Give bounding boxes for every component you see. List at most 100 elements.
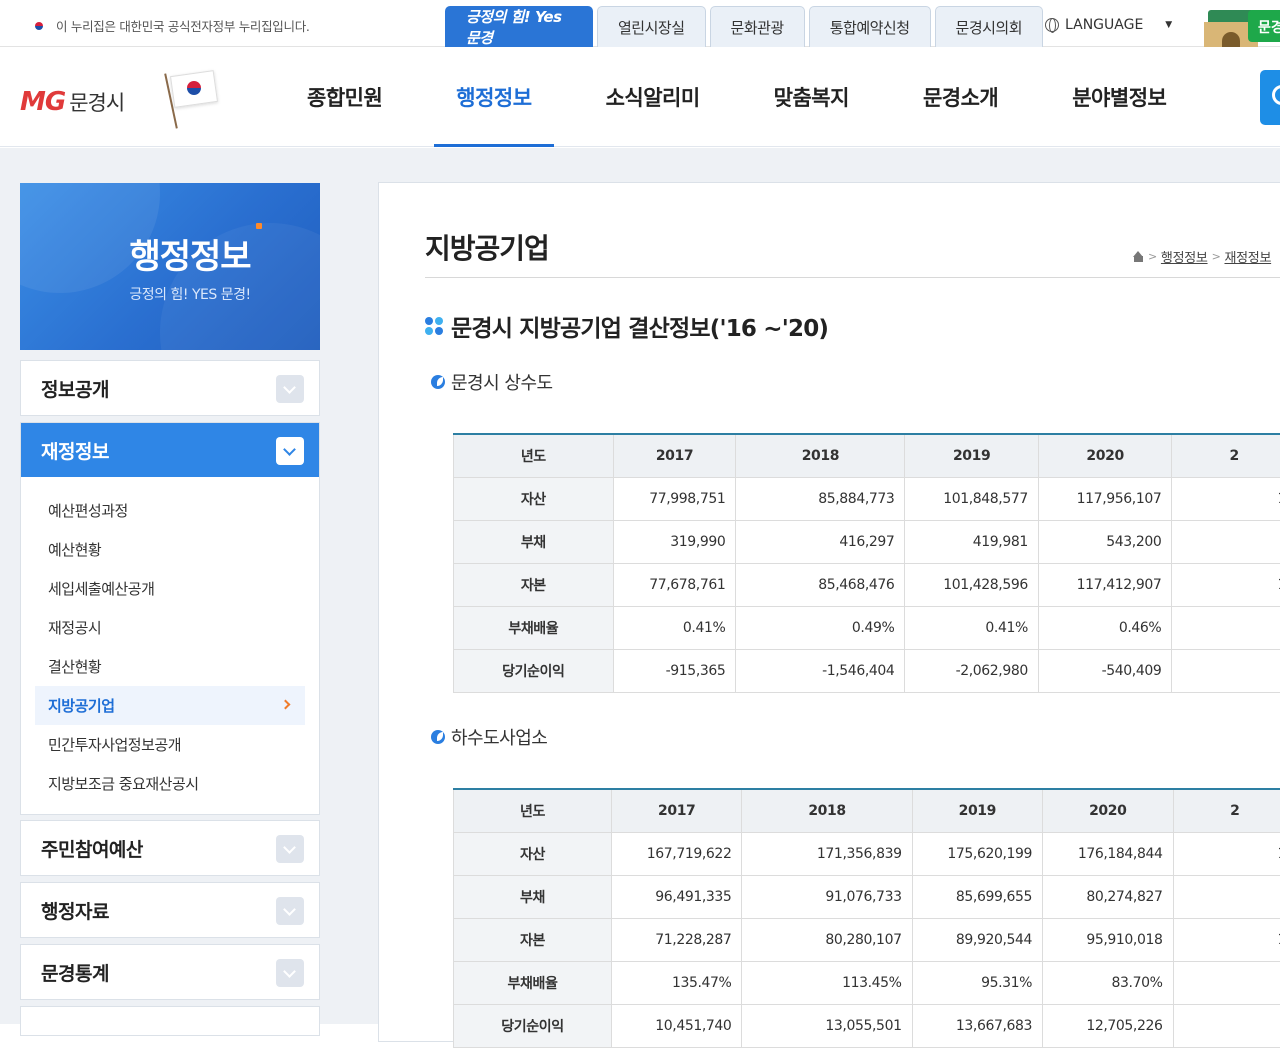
util-bar: 이 누리집은 대한민국 공식전자정부 누리집입니다. 긍정의 힘! Yes 문경… <box>0 0 1280 47</box>
table-row: 부채96,491,33591,076,73385,699,65580,274,8… <box>454 875 1280 918</box>
table-cell: 85,884,773 <box>736 477 905 520</box>
gnb-item-field-info[interactable]: 분야별정보 <box>1035 47 1203 147</box>
subnav-label: 지방공기업 <box>48 695 115 716</box>
subnav-settlement-status[interactable]: 결산현황 <box>35 647 305 686</box>
subnav-budget-process[interactable]: 예산편성과정 <box>35 491 305 530</box>
table-row: 자산167,719,622171,356,839175,620,199176,1… <box>454 832 1280 875</box>
table-cell: 96,491,335 <box>612 875 742 918</box>
orange-dot-icon <box>256 223 262 229</box>
table-row: 자본71,228,28780,280,10789,920,54495,910,0… <box>454 918 1280 961</box>
sidebar-group-statistics: 문경통계 <box>20 944 320 1000</box>
tab-culture-tourism[interactable]: 문화관광 <box>710 6 805 47</box>
column-header: 년도 <box>454 789 612 832</box>
chevron-down-icon[interactable] <box>276 897 304 925</box>
table-cell: 80,280,107 <box>742 918 912 961</box>
main-nav: 종합민원 행정정보 소식알리미 맞춤복지 문경소개 분야별정보 <box>270 47 1203 147</box>
column-header: 2017 <box>612 789 742 832</box>
column-header: 2 <box>1173 789 1280 832</box>
table-cell: 117,412,907 <box>1038 563 1171 606</box>
column-header: 2018 <box>736 434 905 477</box>
taegukgi-icon <box>162 69 218 127</box>
sidebar-item-admin-data[interactable]: 행정자료 <box>21 883 319 937</box>
table-row: 부채배율135.47%113.45%95.31%83.70% <box>454 961 1280 1004</box>
row-header: 당기순이익 <box>454 1004 612 1047</box>
subnav-subsidy-property[interactable]: 지방보조금 중요재산공시 <box>35 764 305 803</box>
table-row: 자산77,998,75185,884,773101,848,577117,956… <box>454 477 1280 520</box>
chevron-down-icon[interactable] <box>276 437 304 465</box>
sidebar-item-label: 행정자료 <box>41 897 109 924</box>
table2-title-text: 하수도사업소 <box>451 724 547 750</box>
table-cell: 416,297 <box>736 520 905 563</box>
column-header: 2020 <box>1038 434 1171 477</box>
language-selector[interactable]: LANGUAGE ▼ <box>1045 17 1172 33</box>
table-cell: 89,920,544 <box>912 918 1042 961</box>
table1-title: 문경시 상수도 <box>431 369 553 395</box>
sidebar-group-more <box>20 1006 320 1036</box>
globe-icon <box>1045 18 1059 32</box>
subnav-private-investment[interactable]: 민간투자사업정보공개 <box>35 725 305 764</box>
subnav-financial-disclosure[interactable]: 재정공시 <box>35 608 305 647</box>
gnb-item-admin-info[interactable]: 행정정보 <box>419 47 568 147</box>
table2-title: 하수도사업소 <box>431 724 547 750</box>
table-cell: 1 <box>1173 918 1280 961</box>
row-header: 부채 <box>454 520 614 563</box>
home-icon[interactable] <box>1133 252 1144 262</box>
gnb-item-civil-service[interactable]: 종합민원 <box>270 47 419 147</box>
subnav-budget-status[interactable]: 예산현황 <box>35 530 305 569</box>
table-row: 부채배율0.41%0.49%0.41%0.46% <box>454 606 1280 649</box>
site-header: MG 문경시 종합민원 행정정보 소식알리미 맞춤복지 문경소개 분야별정보 <box>0 47 1280 147</box>
tab-yes-mungyeong[interactable]: 긍정의 힘! Yes 문경 <box>445 6 593 47</box>
sidebar-item-resident-budget[interactable]: 주민참여예산 <box>21 821 319 875</box>
column-header: 2018 <box>742 789 912 832</box>
table-row: 자본77,678,76185,468,476101,428,596117,412… <box>454 563 1280 606</box>
four-dots-icon <box>425 317 443 335</box>
sidebar-item-statistics[interactable]: 문경통계 <box>21 945 319 999</box>
search-icon[interactable] <box>1260 70 1280 125</box>
subnav-revenue-expense[interactable]: 세입세출예산공개 <box>35 569 305 608</box>
table-cell: 176,184,844 <box>1043 832 1173 875</box>
table-cell: 10,451,740 <box>612 1004 742 1047</box>
row-header: 자본 <box>454 918 612 961</box>
logo-mg: MG <box>20 87 65 117</box>
leaf-bullet-icon <box>431 730 445 744</box>
main-content: 지방공기업 > 행정정보 > 재정정보 문경시 지방공기업 결산정보('16 ~… <box>378 182 1280 1042</box>
breadcrumb-admin-info[interactable]: 행정정보 <box>1161 247 1208 266</box>
sidebar-item-info-disclosure[interactable]: 정보공개 <box>21 361 319 415</box>
tab-mayor-office[interactable]: 열린시장실 <box>597 6 706 47</box>
table-cell: -2,062,980 <box>905 649 1038 692</box>
sidebar-item-label: 정보공개 <box>41 375 109 402</box>
table-cell: 85,468,476 <box>736 563 905 606</box>
language-label: LANGUAGE <box>1065 17 1143 33</box>
table-cell <box>1172 520 1280 563</box>
caret-down-icon: ▼ <box>1165 20 1172 30</box>
water-supply-table: 년도20172018201920202 자산77,998,75185,884,7… <box>453 433 1280 693</box>
tab-reservation[interactable]: 통합예약신청 <box>809 6 931 47</box>
column-header: 2 <box>1172 434 1280 477</box>
gnb-item-news[interactable]: 소식알리미 <box>569 47 737 147</box>
sidebar-item-finance[interactable]: 재정정보 <box>21 423 319 477</box>
table-cell: 1 <box>1172 563 1280 606</box>
breadcrumb-finance[interactable]: 재정정보 <box>1224 247 1271 266</box>
chevron-down-icon[interactable] <box>276 375 304 403</box>
finance-subnav: 예산편성과정 예산현황 세입세출예산공개 재정공시 결산현황 지방공기업 민간투… <box>21 477 319 817</box>
row-header: 당기순이익 <box>454 649 614 692</box>
site-logo[interactable]: MG 문경시 <box>20 87 124 117</box>
table-cell <box>1172 649 1280 692</box>
gnb-item-welfare[interactable]: 맞춤복지 <box>737 47 886 147</box>
row-header: 부채 <box>454 875 612 918</box>
column-header: 2020 <box>1043 789 1173 832</box>
chevron-right-icon <box>281 700 291 710</box>
table-cell: 101,848,577 <box>905 477 1038 520</box>
column-header: 년도 <box>454 434 614 477</box>
top-site-tabs: 긍정의 힘! Yes 문경 열린시장실 문화관광 통합예약신청 문경시의회 <box>445 6 1043 47</box>
gnb-item-about[interactable]: 문경소개 <box>886 47 1035 147</box>
chevron-down-icon[interactable] <box>276 959 304 987</box>
table-cell: 13,667,683 <box>912 1004 1042 1047</box>
chevron-down-icon[interactable] <box>276 835 304 863</box>
subnav-local-public-enterprise[interactable]: 지방공기업 <box>35 686 305 725</box>
table-cell <box>1173 875 1280 918</box>
row-header: 자본 <box>454 563 614 606</box>
table-cell: 77,998,751 <box>613 477 736 520</box>
tab-city-council[interactable]: 문경시의회 <box>935 6 1044 47</box>
gate-tag[interactable]: 문경 <box>1248 10 1280 42</box>
